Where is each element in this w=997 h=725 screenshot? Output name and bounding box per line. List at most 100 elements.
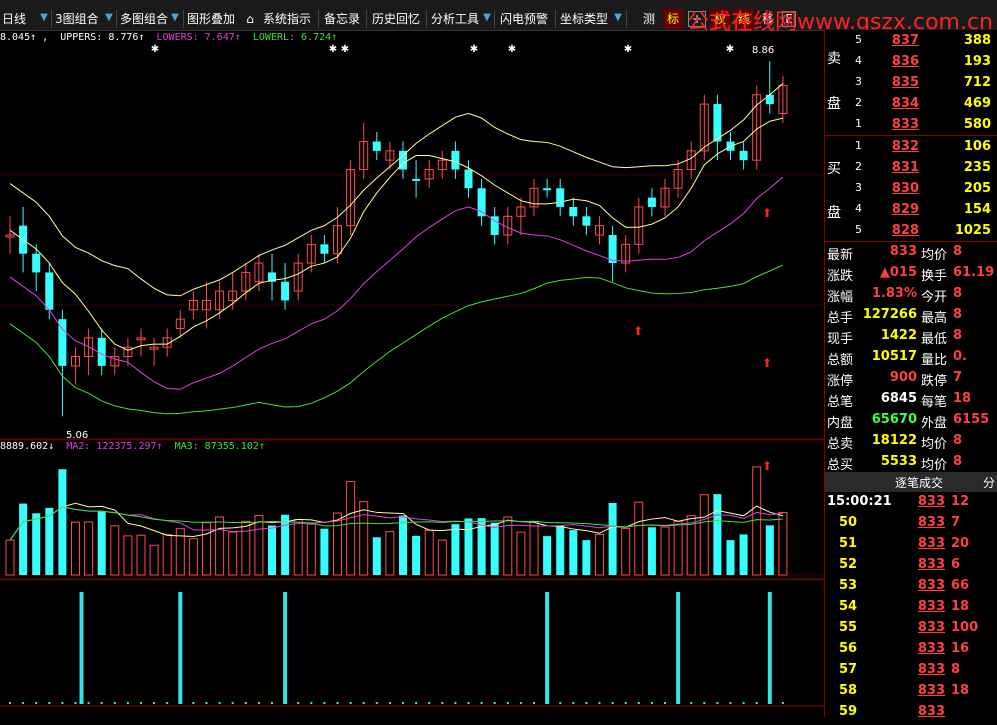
buy-price: 831 xyxy=(891,160,919,175)
tick-row[interactable]: 51 833 20 xyxy=(825,536,997,557)
sell-level: 2 xyxy=(855,96,862,109)
buy-arrow-marker: ⬆ xyxy=(633,324,643,338)
lowerl-line xyxy=(9,264,784,415)
volume-bar xyxy=(123,535,133,576)
candle-body xyxy=(713,104,722,142)
star-marker: ✱ xyxy=(151,44,159,55)
tick-row[interactable]: 53 833 66 xyxy=(825,578,997,599)
lock-icon[interactable]: ⌂ xyxy=(243,9,257,29)
quote-label-2: 最低 xyxy=(921,332,948,347)
tick-row[interactable]: 56 833 16 xyxy=(825,641,997,662)
volume-ma3-line xyxy=(9,506,783,541)
coordinate-dropdown-icon[interactable]: ▼ xyxy=(612,9,624,27)
buy-row[interactable]: 2 831 235 xyxy=(825,160,997,181)
tick-row[interactable]: 57 833 8 xyxy=(825,662,997,683)
tick-row[interactable]: 15:00:21 833 12 xyxy=(825,494,997,515)
three-chart-combo-button[interactable]: 3图组合 xyxy=(55,9,99,29)
analysis-dropdown-icon[interactable]: ▼ xyxy=(481,9,493,27)
tick-row[interactable]: 52 833 6 xyxy=(825,557,997,578)
buy-arrow-marker: ⬆ xyxy=(762,206,772,220)
tick-time: 53 xyxy=(839,578,858,593)
multi-chart-combo-button[interactable]: 多图组合 xyxy=(120,9,168,29)
volume-ma1-line xyxy=(9,502,784,541)
volume-bar xyxy=(333,512,342,576)
buy-row[interactable]: 5 828 1025 xyxy=(825,223,997,244)
signal-dot xyxy=(781,702,784,704)
volume-bar xyxy=(464,518,473,575)
toolbar-divider xyxy=(51,10,52,28)
sell-level: 5 xyxy=(855,33,862,46)
chart-overlay-button[interactable]: 图形叠加 xyxy=(187,9,235,29)
period-dropdown-icon[interactable]: ▼ xyxy=(38,9,50,27)
volume-bar xyxy=(424,529,434,576)
history-button[interactable]: 历史回忆 xyxy=(372,9,420,29)
tick-row[interactable]: 50 833 7 xyxy=(825,515,997,536)
sell-volume: 580 xyxy=(963,117,991,132)
quote-label-2: 跌停 xyxy=(921,374,948,389)
candle-body xyxy=(582,216,591,226)
tick-row[interactable]: 54 833 18 xyxy=(825,599,997,620)
mark-button[interactable]: 标 xyxy=(663,9,683,29)
buy-orderbook: 买 盘 1 832 106 2 831 235 3 830 205 4 829 154 5 828 1025 xyxy=(825,136,997,242)
period-button[interactable]: 日线 xyxy=(2,9,26,29)
tick-header[interactable]: 逐笔成交 分 xyxy=(825,472,997,492)
quote-value-2: 18 xyxy=(953,391,972,406)
signal-dot xyxy=(48,702,51,704)
volume-bar xyxy=(556,525,565,575)
volume-ma2-line xyxy=(9,506,783,541)
measure-button[interactable]: 测 xyxy=(640,9,658,29)
volume-bar xyxy=(58,469,67,575)
quote-label-2: 最高 xyxy=(921,311,948,326)
sell-row[interactable]: 4 836 193 xyxy=(825,54,997,75)
signal-dot xyxy=(284,702,287,704)
sell-row[interactable]: 3 835 712 xyxy=(825,75,997,96)
buy-row[interactable]: 4 829 154 xyxy=(825,202,997,223)
system-indicator-button[interactable]: 系统指示 xyxy=(263,9,311,29)
memo-button[interactable]: 备忘录 xyxy=(324,9,360,29)
buy-price: 832 xyxy=(891,139,919,154)
multi-chart-dropdown-icon[interactable]: ▼ xyxy=(169,9,181,27)
signal-bar xyxy=(767,592,772,704)
quote-row: 总卖 18122 均价 8 xyxy=(825,433,997,454)
tick-volume: 18 xyxy=(951,599,970,614)
signal-dot xyxy=(559,702,562,704)
tick-row[interactable]: 59 833 xyxy=(825,704,997,725)
tick-row[interactable]: 58 833 18 xyxy=(825,683,997,704)
sell-volume: 388 xyxy=(963,33,991,48)
candle-body xyxy=(97,337,106,366)
buy-level: 2 xyxy=(855,160,862,173)
buy-price: 829 xyxy=(891,202,919,217)
candle-body xyxy=(647,197,656,207)
signal-dot xyxy=(729,702,732,704)
sell-row[interactable]: 2 834 469 xyxy=(825,96,997,117)
toolbar-divider xyxy=(183,10,184,28)
sell-row[interactable]: 1 833 580 xyxy=(825,117,997,138)
coordinate-type-button[interactable]: 坐标类型 xyxy=(560,9,608,29)
signal-dot xyxy=(257,702,260,704)
quote-row: 内盘 65670 外盘 6155 xyxy=(825,412,997,433)
volume-bar xyxy=(752,466,762,576)
buy-row[interactable]: 3 830 205 xyxy=(825,181,997,202)
kline-chart[interactable]: ✱ ✱ ✱ ✱ ✱ ✱ ✱ ⬆ ⬆ ⬆ ⬆ 8.86 5.06 xyxy=(0,30,824,717)
buy-row[interactable]: 1 832 106 xyxy=(825,139,997,160)
volume-bar xyxy=(778,511,788,576)
tick-row[interactable]: 55 833 100 xyxy=(825,620,997,641)
volume-bar xyxy=(634,501,644,576)
volume-bar xyxy=(385,531,395,576)
star-marker: ✱ xyxy=(329,44,337,55)
signal-dot xyxy=(572,702,575,704)
three-chart-dropdown-icon[interactable]: ▼ xyxy=(103,9,115,27)
quote-row: 最新 833 均价 8 xyxy=(825,244,997,265)
toolbar-divider xyxy=(494,10,495,28)
analysis-tools-button[interactable]: 分析工具 xyxy=(431,9,479,29)
quote-row: 现手 1422 最低 8 xyxy=(825,328,997,349)
signal-dot xyxy=(205,702,208,704)
flash-alert-button[interactable]: 闪电预警 xyxy=(500,9,548,29)
sell-row[interactable]: 5 837 388 xyxy=(825,33,997,54)
quote-label: 总卖 xyxy=(827,437,854,452)
volume-bar xyxy=(71,521,80,576)
candle-body xyxy=(372,141,381,151)
signal-dot xyxy=(690,702,693,704)
signal-bar xyxy=(676,592,681,704)
volume-bar xyxy=(608,503,617,575)
